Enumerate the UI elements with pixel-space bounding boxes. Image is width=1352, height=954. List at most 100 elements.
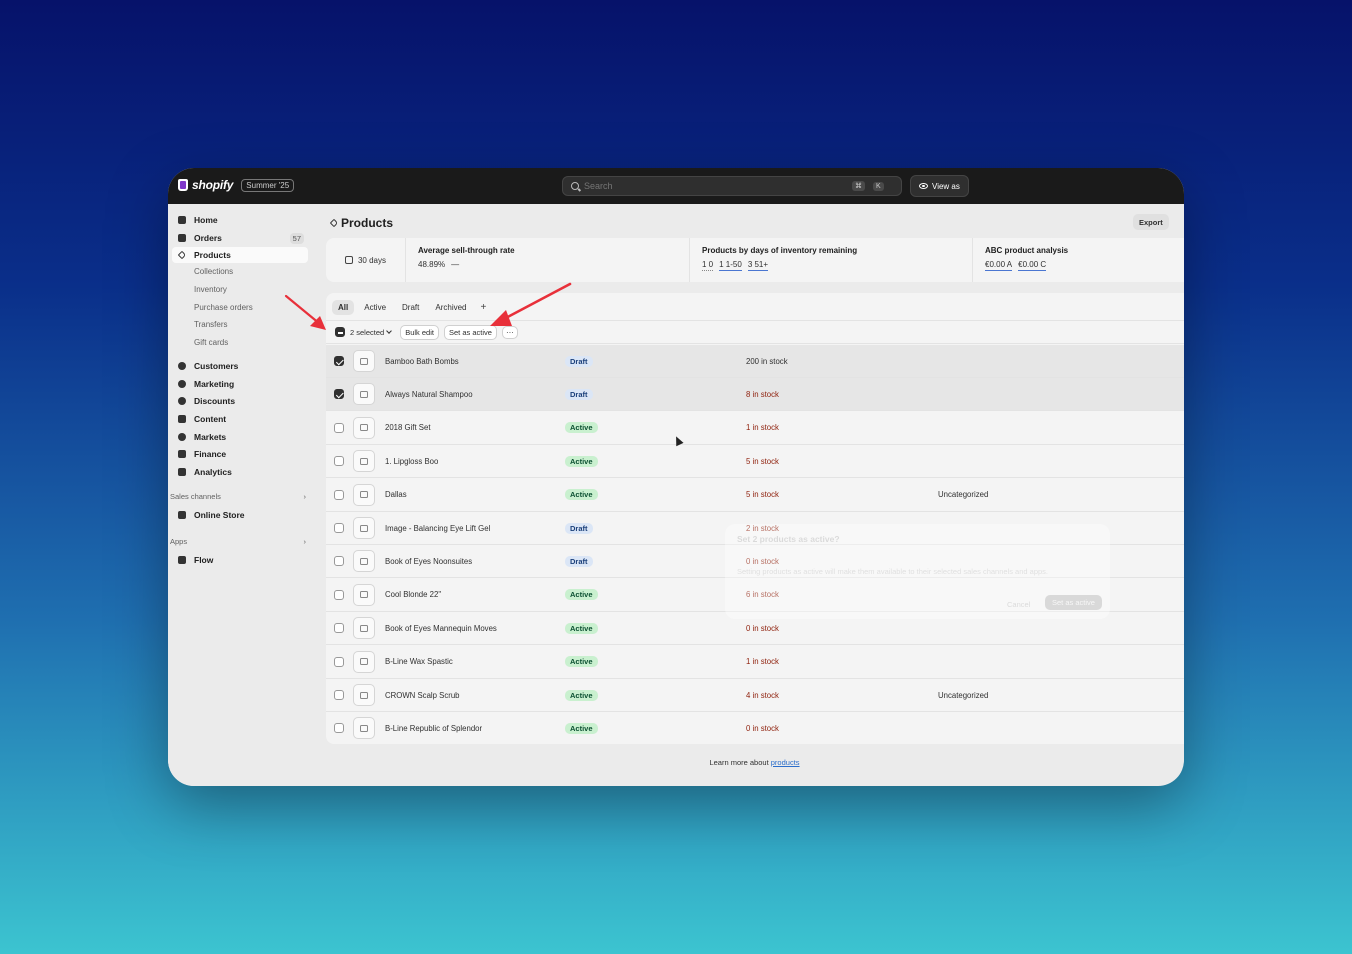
row-checkbox[interactable] bbox=[334, 589, 344, 600]
sidebar-subitem-purchase-orders[interactable]: Purchase orders bbox=[194, 303, 253, 312]
search-bar[interactable]: ⌘ K bbox=[562, 176, 902, 196]
table-row[interactable]: 1. Lipgloss Boo Active 5 in stock bbox=[326, 445, 1184, 479]
table-row[interactable]: 2018 Gift Set Active 1 in stock bbox=[326, 412, 1184, 445]
sidebar-item-products[interactable]: Products bbox=[172, 247, 308, 263]
product-thumbnail[interactable] bbox=[353, 416, 375, 439]
product-thumbnail[interactable] bbox=[353, 684, 375, 706]
sidebar-item-content[interactable]: Content bbox=[172, 411, 308, 427]
date-range-button[interactable]: 30 days bbox=[326, 238, 406, 282]
product-name[interactable]: B-Line Republic of Splendor bbox=[385, 724, 482, 733]
product-name[interactable]: Book of Eyes Noonsuites bbox=[385, 557, 472, 566]
product-name[interactable]: 1. Lipgloss Boo bbox=[385, 457, 438, 466]
inventory-cell: 1 in stock bbox=[746, 423, 779, 433]
dialog-cancel-button[interactable]: Cancel bbox=[1007, 600, 1030, 609]
table-row[interactable]: B-Line Wax Spastic Active 1 in stock bbox=[326, 646, 1184, 679]
calendar-icon bbox=[344, 256, 353, 264]
dialog-body: Setting products as active will make the… bbox=[737, 567, 1049, 576]
sidebar-item-analytics[interactable]: Analytics bbox=[172, 464, 308, 480]
row-checkbox[interactable] bbox=[334, 489, 344, 500]
shopify-logo[interactable]: shopify Summer '25 bbox=[178, 178, 295, 192]
sidebar: Home Orders 57 Products Collections Inve… bbox=[168, 204, 315, 786]
sidebar-item-flow[interactable]: Flow bbox=[172, 552, 308, 568]
product-thumbnail[interactable] bbox=[353, 717, 375, 740]
sidebar-subitem-inventory[interactable]: Inventory bbox=[194, 285, 227, 294]
table-row[interactable]: Always Natural Shampoo Draft 8 in stock bbox=[326, 378, 1184, 412]
product-thumbnail[interactable] bbox=[353, 383, 375, 406]
flow-app-icon bbox=[178, 556, 186, 564]
abc-analysis-stat[interactable]: ABC product analysis €0.00 A €0.00 C bbox=[973, 238, 1184, 282]
view-as-button[interactable]: View as bbox=[910, 175, 969, 197]
row-checkbox[interactable] bbox=[334, 523, 344, 533]
product-thumbnail[interactable] bbox=[353, 483, 375, 506]
row-checkbox[interactable] bbox=[334, 623, 344, 634]
product-thumbnail[interactable] bbox=[353, 617, 375, 640]
sidebar-item-finance[interactable]: Finance bbox=[172, 446, 308, 462]
row-checkbox[interactable] bbox=[334, 723, 344, 734]
product-thumbnail[interactable] bbox=[353, 450, 375, 473]
search-input[interactable] bbox=[584, 181, 844, 191]
dialog-confirm-button[interactable]: Set as active bbox=[1045, 595, 1102, 610]
product-name[interactable]: Bamboo Bath Bombs bbox=[385, 357, 459, 366]
sales-channels-header[interactable]: Sales channels › bbox=[170, 492, 306, 501]
product-name[interactable]: CROWN Scalp Scrub bbox=[385, 691, 460, 700]
product-name[interactable]: B-Line Wax Spastic bbox=[385, 657, 453, 666]
sidebar-item-customers[interactable]: Customers bbox=[172, 358, 308, 374]
row-checkbox[interactable] bbox=[334, 422, 344, 433]
table-row[interactable]: CROWN Scalp Scrub Active 4 in stock Uncateg… bbox=[326, 679, 1184, 712]
section-label: Apps bbox=[170, 537, 188, 546]
bulk-edit-button[interactable]: Bulk edit bbox=[400, 324, 439, 340]
selected-count-dropdown[interactable]: 2 selected bbox=[350, 328, 393, 337]
more-actions-button[interactable]: ··· bbox=[501, 325, 518, 339]
row-checkbox[interactable] bbox=[334, 389, 344, 400]
table-row[interactable]: B-Line Republic of Splendor Active 0 in st… bbox=[326, 712, 1184, 744]
sidebar-subitem-collections[interactable]: Collections bbox=[194, 267, 233, 276]
sidebar-item-orders[interactable]: Orders 57 bbox=[172, 230, 308, 246]
sidebar-item-label: Discounts bbox=[194, 396, 236, 406]
sidebar-item-online-store[interactable]: Online Store bbox=[172, 507, 308, 523]
select-all-checkbox[interactable] bbox=[335, 327, 345, 337]
product-thumbnail[interactable] bbox=[353, 517, 375, 539]
sidebar-subitem-transfers[interactable]: Transfers bbox=[194, 320, 228, 329]
product-name[interactable]: 2018 Gift Set bbox=[385, 423, 431, 432]
tab-active[interactable]: Active bbox=[358, 300, 392, 315]
table-row[interactable]: Bamboo Bath Bombs Draft 200 in stock bbox=[326, 345, 1184, 378]
product-thumbnail[interactable] bbox=[353, 583, 375, 606]
table-row[interactable]: Dallas Active 5 in stock Uncategorized bbox=[326, 479, 1184, 512]
bank-icon bbox=[178, 450, 186, 458]
image-placeholder-icon bbox=[360, 557, 368, 565]
row-checkbox[interactable] bbox=[334, 690, 344, 700]
product-type-cell: Uncategorized bbox=[938, 690, 989, 700]
tab-all[interactable]: All bbox=[332, 300, 355, 315]
tab-archived[interactable]: Archived bbox=[429, 300, 472, 315]
row-checkbox[interactable] bbox=[334, 656, 344, 667]
product-thumbnail[interactable] bbox=[353, 550, 375, 573]
product-name[interactable]: Image - Balancing Eye Lift Gel bbox=[385, 524, 490, 533]
product-thumbnail[interactable] bbox=[353, 650, 375, 673]
export-button[interactable]: Export bbox=[1133, 214, 1169, 230]
sidebar-item-markets[interactable]: Markets bbox=[172, 429, 308, 445]
status-badge: Draft bbox=[565, 388, 593, 400]
sidebar-subitem-gift-cards[interactable]: Gift cards bbox=[194, 338, 228, 347]
sidebar-item-discounts[interactable]: Discounts bbox=[172, 393, 308, 409]
products-table: All Active Draft Archived + 2 selected B… bbox=[326, 293, 1184, 744]
row-checkbox[interactable] bbox=[334, 556, 344, 567]
product-name[interactable]: Book of Eyes Mannequin Moves bbox=[385, 624, 497, 633]
status-badge: Draft bbox=[565, 555, 593, 567]
product-thumbnail[interactable] bbox=[353, 350, 375, 372]
row-checkbox[interactable] bbox=[334, 356, 344, 366]
product-name[interactable]: Dallas bbox=[385, 490, 407, 499]
inventory-days-stat[interactable]: Products by days of inventory remaining … bbox=[690, 238, 973, 282]
product-name[interactable]: Cool Blonde 22" bbox=[385, 590, 441, 599]
set-as-active-button[interactable]: Set as active bbox=[443, 324, 497, 340]
products-help-link[interactable]: products bbox=[771, 758, 800, 767]
sidebar-item-marketing[interactable]: Marketing bbox=[172, 376, 308, 392]
apps-header[interactable]: Apps › bbox=[170, 537, 306, 546]
sell-through-stat[interactable]: Average sell-through rate 48.89% — bbox=[406, 238, 690, 282]
add-view-button[interactable]: + bbox=[477, 299, 491, 316]
tab-draft[interactable]: Draft bbox=[396, 300, 425, 315]
row-checkbox[interactable] bbox=[334, 456, 344, 467]
product-name[interactable]: Always Natural Shampoo bbox=[385, 390, 473, 399]
image-placeholder-icon bbox=[360, 658, 368, 666]
sidebar-item-home[interactable]: Home bbox=[172, 212, 308, 228]
discount-icon bbox=[178, 397, 186, 405]
